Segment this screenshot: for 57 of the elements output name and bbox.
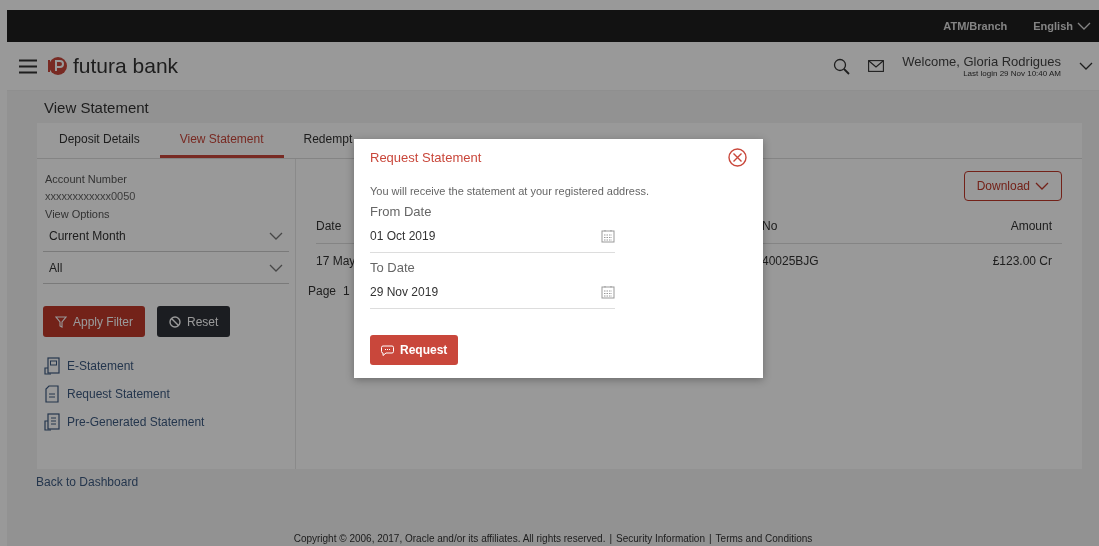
column-header: Date (316, 219, 342, 233)
chevron-down-icon (1077, 22, 1091, 30)
dropdown[interactable]: All (43, 252, 289, 284)
chevron-down-icon (269, 231, 283, 240)
back-to-dashboard-link[interactable]: Back to Dashboard (36, 475, 139, 489)
page-number[interactable]: 1 (343, 284, 350, 298)
page-title: View Statement (44, 99, 150, 118)
document-icon (43, 357, 61, 375)
close-icon[interactable] (728, 148, 747, 167)
statement-link[interactable]: Request Statement (43, 385, 289, 403)
chevron-down-icon (1079, 62, 1093, 70)
mail-icon[interactable] (868, 60, 885, 72)
column-header: No (762, 219, 778, 233)
language-selector[interactable]: English (1033, 20, 1073, 32)
dialog-message: You will receive the statement at your registered address. (370, 185, 651, 197)
menu-icon[interactable] (19, 58, 37, 74)
reset-button[interactable]: Reset (157, 306, 231, 337)
chevron-down-icon (1035, 182, 1049, 190)
footer-link[interactable]: Security Information (616, 533, 705, 544)
date-field[interactable]: 29 Nov 2019 (370, 275, 615, 309)
download-button[interactable]: Download (963, 171, 1062, 201)
date-label: To Date (370, 260, 416, 275)
calendar-icon (601, 284, 615, 299)
statement-link[interactable]: Pre-Generated Statement (43, 413, 289, 431)
bank-logo-text: futura bank (73, 54, 179, 78)
document-icon (43, 385, 61, 403)
page-label: Page (308, 284, 337, 298)
document-icon (43, 413, 61, 431)
dialog-title: Request Statement (370, 150, 482, 165)
last-login-text: Last login 29 Nov 10:40 AM (963, 69, 1061, 78)
chevron-down-icon (269, 263, 283, 272)
separator: | (709, 533, 712, 544)
table-cell: 40025BJG (762, 254, 819, 268)
date-label: From Date (370, 204, 433, 219)
atm-branch-link[interactable]: ATM/Branch (943, 20, 1008, 32)
account-number-value: xxxxxxxxxxxx0050 (45, 190, 137, 202)
copyright-text: Copyright © 2006, 2017, Oracle and/or its affiliates. All rights reserved. (293, 533, 606, 544)
table-cell: £123.00 Cr (992, 254, 1052, 268)
prohibited-icon (169, 315, 182, 328)
filter-icon (55, 315, 67, 328)
tab[interactable]: Deposit Details (39, 123, 160, 158)
dropdown[interactable]: Current Month (43, 220, 289, 252)
search-icon[interactable] (833, 57, 851, 75)
logo-icon (47, 56, 67, 76)
footer-link[interactable]: Terms and Conditions (715, 533, 813, 544)
date-field[interactable]: 01 Oct 2019 (370, 219, 615, 253)
chat-icon (381, 344, 394, 356)
apply-filter-button[interactable]: Apply Filter (43, 306, 146, 337)
welcome-text[interactable]: Welcome, Gloria Rodrigues (902, 54, 1061, 69)
separator: | (609, 533, 613, 544)
calendar-icon (601, 228, 615, 243)
column-header: Amount (1010, 219, 1052, 233)
account-number-label: Account Number (45, 173, 128, 185)
statement-link[interactable]: E-Statement (43, 357, 289, 375)
view-options-label: View Options (45, 208, 111, 220)
request-button[interactable]: Request (370, 335, 459, 365)
table-cell: 17 May (316, 254, 356, 268)
